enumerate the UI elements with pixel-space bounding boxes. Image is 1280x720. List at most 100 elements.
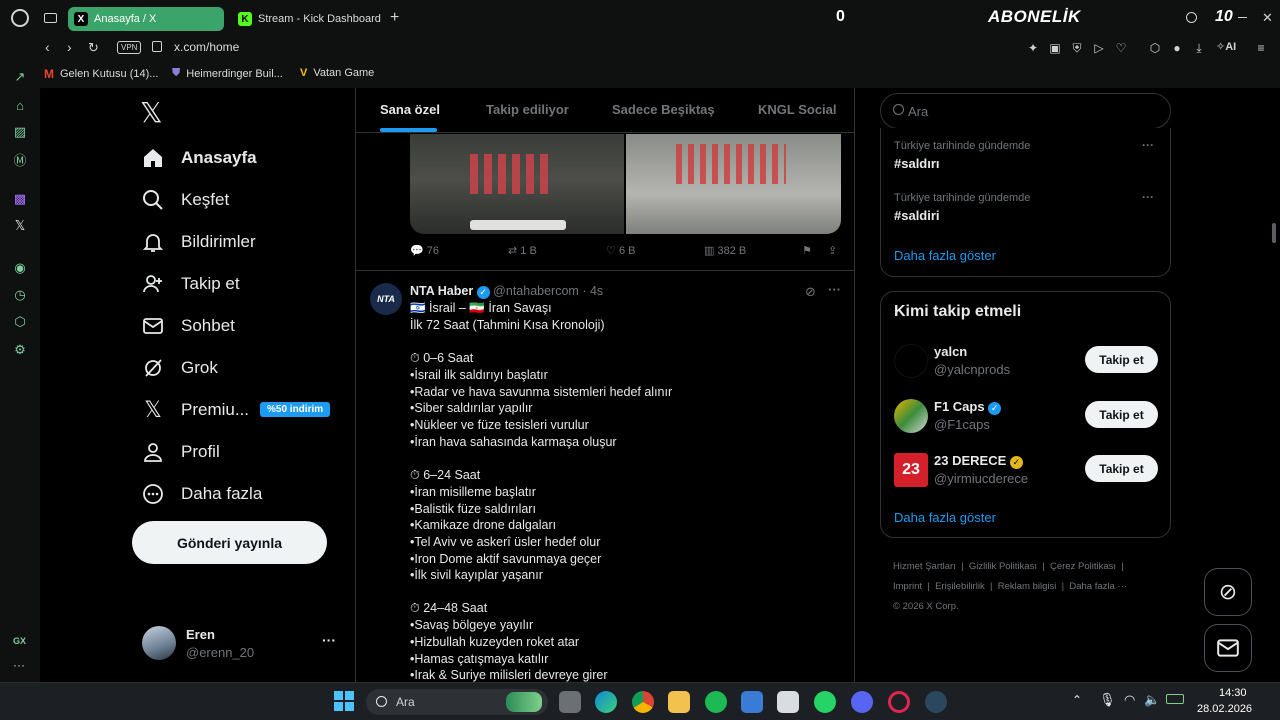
footer-link[interactable]: Imprint <box>893 581 922 592</box>
shield-icon[interactable]: ⛨ <box>1070 41 1084 55</box>
tab-search-icon[interactable] <box>1186 12 1197 23</box>
tab-menu-icon[interactable] <box>44 13 57 23</box>
extensions-icon[interactable]: ⬡ <box>1148 41 1162 55</box>
account-more-icon[interactable]: ··· <box>322 632 336 648</box>
profile-icon[interactable]: ● <box>1170 41 1184 55</box>
extensions-sidebar-icon[interactable]: ⬡ <box>12 314 28 330</box>
tray-chevron-icon[interactable]: ⌃ <box>1072 693 1082 707</box>
more-sidebar-icon[interactable]: ··· <box>13 658 25 672</box>
whatsapp-icon[interactable] <box>814 691 836 713</box>
battery-icon[interactable] <box>1166 694 1184 704</box>
x-sidebar-icon[interactable]: 𝕏 <box>12 218 28 234</box>
like-button[interactable]: ♡ 6 B <box>606 244 635 257</box>
tweet-media[interactable] <box>410 134 841 234</box>
file-explorer-icon[interactable] <box>668 691 690 713</box>
bookmark-icon[interactable]: ⚑ <box>802 244 812 257</box>
gx-label[interactable]: GX <box>13 636 26 646</box>
forward-icon[interactable]: › <box>67 39 72 55</box>
share-icon[interactable]: ⇪ <box>828 244 837 257</box>
stripes-icon[interactable]: ▨ <box>12 124 28 140</box>
heart-icon[interactable]: ♡ <box>1114 41 1128 55</box>
new-tab-button[interactable]: + <box>390 9 399 27</box>
chrome-icon[interactable] <box>632 691 654 713</box>
page-scrollbar[interactable] <box>1272 223 1276 243</box>
footer-link[interactable]: Daha fazla ··· <box>1069 581 1127 592</box>
messages-float-button[interactable] <box>1204 624 1252 672</box>
post-button[interactable]: Gönderi yayınla <box>132 521 327 564</box>
reload-icon[interactable]: ↻ <box>88 40 99 56</box>
follow-button[interactable]: Takip et <box>1085 401 1158 428</box>
opera-logo-icon[interactable] <box>11 9 29 27</box>
spotify-icon[interactable] <box>705 691 727 713</box>
twitch-icon[interactable]: ▩ <box>12 191 28 207</box>
minimize-icon[interactable] <box>1238 17 1247 18</box>
footer-link[interactable]: Reklam bilgisi <box>998 581 1057 592</box>
store-icon[interactable] <box>741 691 763 713</box>
close-window-icon[interactable]: ✕ <box>1262 10 1273 26</box>
trend-tag[interactable]: #saldırı <box>894 156 940 171</box>
menu-icon[interactable]: ≡ <box>1254 41 1268 55</box>
lock-icon[interactable] <box>152 41 162 52</box>
search-box[interactable]: Ara <box>880 93 1171 129</box>
microphone-icon[interactable]: 🎙 <box>1099 692 1116 708</box>
back-icon[interactable]: ‹ <box>45 39 50 55</box>
activity-icon[interactable]: ↗ <box>12 69 28 85</box>
vpn-badge[interactable]: VPN <box>117 41 142 54</box>
app-icon[interactable] <box>777 691 799 713</box>
bookmark-gmail[interactable]: M Gelen Kutusu (14)... <box>44 67 158 81</box>
repost-button[interactable]: ⇄ 1 B <box>508 244 537 257</box>
aria-icon[interactable]: ⌂ <box>12 97 28 113</box>
tab-besiktas[interactable]: Sadece Beşiktaş <box>612 102 715 117</box>
history-icon[interactable]: ◷ <box>12 287 28 303</box>
footer-link[interactable]: Gizlilik Politikası <box>969 561 1037 572</box>
reply-button[interactable]: 💬 76 <box>410 244 439 257</box>
trend-more-icon[interactable]: ··· <box>1142 190 1154 204</box>
tweet-author-name[interactable]: NTA Haber <box>410 284 473 298</box>
tweet-more-icon[interactable]: ··· <box>828 282 841 297</box>
follow-suggestion[interactable]: yalcn @yalcnprods Takip et <box>881 340 1170 384</box>
windows-start-icon[interactable] <box>334 691 354 711</box>
taskbar-date[interactable]: 28.02.2026 <box>1197 703 1252 715</box>
download-icon[interactable]: ⤓ <box>1192 41 1206 55</box>
tab-x-home[interactable]: X Anasayfa / X <box>68 7 224 31</box>
taskbar-time[interactable]: 14:30 <box>1219 687 1247 699</box>
grok-tweet-icon[interactable]: ⊘ <box>805 284 816 300</box>
task-view-icon[interactable] <box>559 691 581 713</box>
follow-button[interactable]: Takip et <box>1085 346 1158 373</box>
bookmark-vatan[interactable]: V Vatan Game <box>300 67 374 79</box>
tab-kngl-social[interactable]: KNGL Social <box>758 102 837 117</box>
steam-icon[interactable] <box>925 691 947 713</box>
settings-icon[interactable]: ⚙ <box>12 342 28 358</box>
discord-icon[interactable] <box>851 691 873 713</box>
tab-for-you[interactable]: Sana özel <box>380 102 440 117</box>
taskbar-search[interactable]: Ara <box>366 689 548 715</box>
show-more-link[interactable]: Daha fazla göster <box>894 510 996 525</box>
tweet-time[interactable]: · 4s <box>582 284 603 298</box>
ai-button[interactable]: ✧AI <box>1216 40 1236 53</box>
screenshot-icon[interactable]: ▣ <box>1048 41 1062 55</box>
footer-link[interactable]: Erişilebilirlik <box>935 581 985 592</box>
x-logo-icon[interactable]: 𝕏 <box>140 96 163 129</box>
tab-following[interactable]: Takip ediliyor <box>486 102 569 117</box>
play-icon[interactable]: ▷ <box>1092 41 1106 55</box>
footer-link[interactable]: Hizmet Şartları <box>893 561 956 572</box>
show-more-link[interactable]: Daha fazla göster <box>894 248 996 263</box>
opera-gx-icon[interactable] <box>888 691 910 713</box>
footer-link[interactable]: Çerez Politikası <box>1050 561 1116 572</box>
player-icon[interactable]: ◉ <box>12 260 28 276</box>
follow-suggestion[interactable]: F1 Caps ✓ @F1caps Takip et <box>881 395 1170 439</box>
account-switcher[interactable]: Eren @erenn_20 ··· <box>140 624 340 664</box>
tab-kick-dashboard[interactable]: K Stream - Kick Dashboard <box>232 7 382 31</box>
edge-icon[interactable] <box>595 691 617 713</box>
messenger-icon[interactable]: Ⓜ <box>12 151 28 168</box>
trend-tag[interactable]: #saldiri <box>894 208 940 223</box>
grok-float-button[interactable]: ⊘ <box>1204 568 1252 616</box>
follow-button[interactable]: Takip et <box>1085 455 1158 482</box>
views-button[interactable]: ▥ 382 B <box>704 244 746 257</box>
tweet-avatar[interactable]: NTA <box>370 283 402 315</box>
volume-icon[interactable]: 🔈 <box>1144 692 1160 708</box>
wifi-icon[interactable]: ◠ <box>1124 692 1135 708</box>
follow-suggestion[interactable]: 23 23 DERECE ✓ @yirmiucderece Takip et <box>881 449 1170 493</box>
tweet-author-handle[interactable]: @ntahabercom <box>493 284 579 298</box>
url-field[interactable]: x.com/home <box>174 40 239 54</box>
